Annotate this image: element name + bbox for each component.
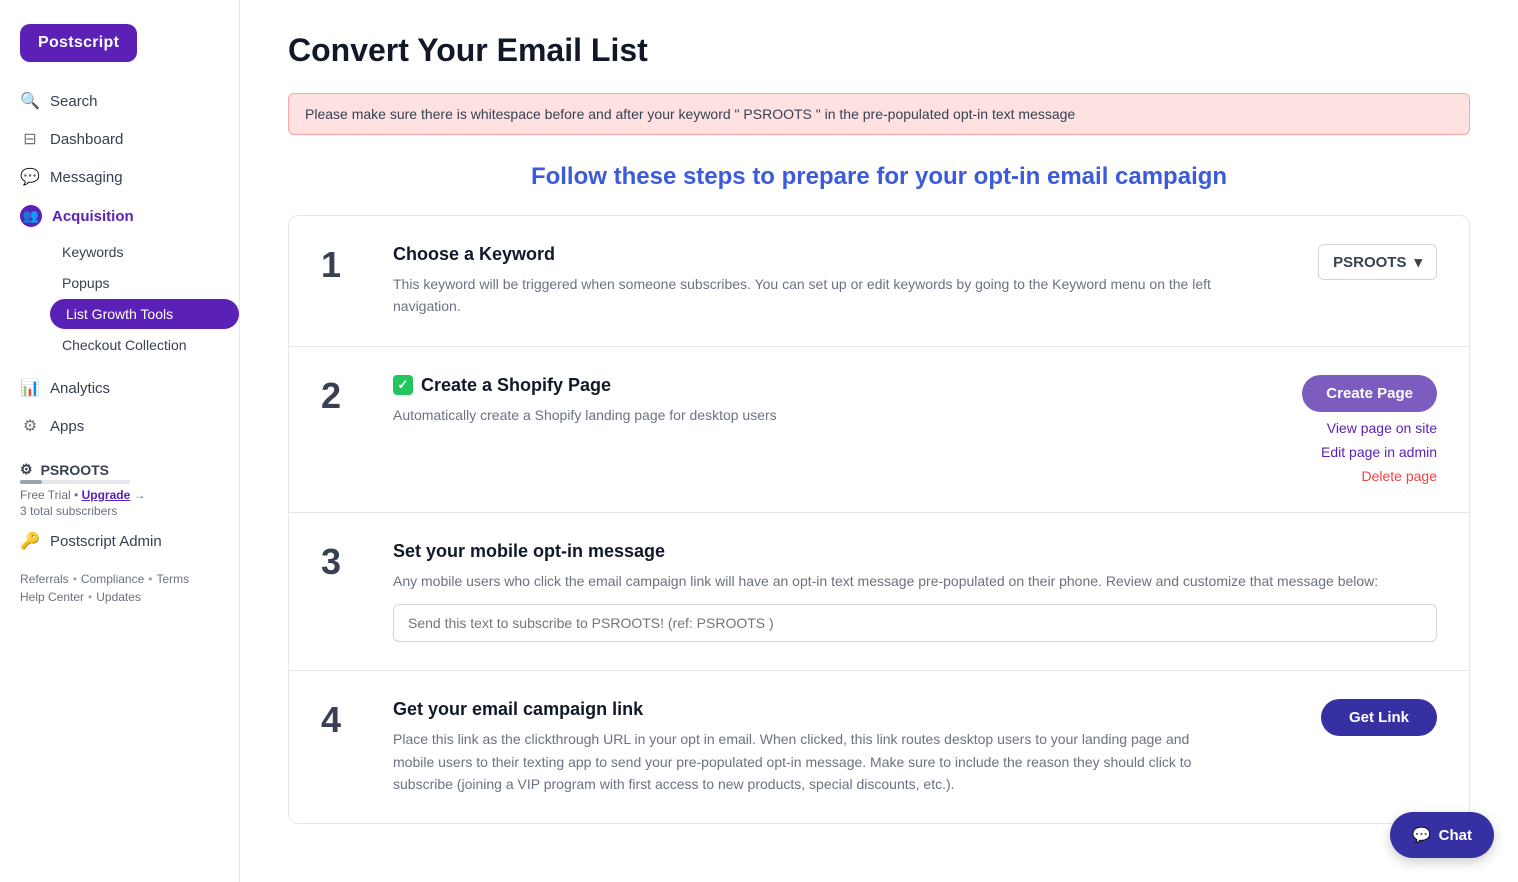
chat-bubble-label: Chat [1439, 827, 1472, 844]
step-4-action: Get Link [1257, 699, 1437, 736]
step-4-number: 4 [321, 699, 361, 741]
step-2-row: 2 ✓ Create a Shopify Page Automatically … [289, 347, 1469, 513]
step-3-row: 3 Set your mobile opt-in message Any mob… [289, 513, 1469, 671]
sidebar-item-analytics-label: Analytics [50, 380, 110, 397]
step-2-check-icon: ✓ [393, 375, 413, 395]
step-3-desc: Any mobile users who click the email cam… [393, 570, 1437, 592]
step-4-row: 4 Get your email campaign link Place thi… [289, 671, 1469, 823]
acquisition-icon: 👥 [20, 205, 42, 227]
steps-heading: Follow these steps to prepare for your o… [288, 163, 1470, 191]
analytics-icon: 📊 [20, 378, 40, 398]
footer-terms[interactable]: Terms [156, 572, 189, 586]
chat-bubble-icon: 💬 [1412, 826, 1431, 844]
step-1-desc: This keyword will be triggered when some… [393, 273, 1225, 318]
keyword-dropdown[interactable]: PSROOTS ▾ [1318, 244, 1437, 280]
trial-row: Free Trial • Upgrade → [20, 488, 219, 502]
sidebar-item-apps[interactable]: ⚙ Apps [0, 407, 239, 445]
store-name-label: PSROOTS [41, 462, 109, 478]
sidebar-item-admin[interactable]: 🔑 Postscript Admin [0, 522, 239, 560]
footer-compliance[interactable]: Compliance [81, 572, 144, 586]
step-2-title: ✓ Create a Shopify Page [393, 375, 1225, 396]
footer-links: Referrals • Compliance • Terms Help Cent… [0, 560, 239, 608]
step-2-content: ✓ Create a Shopify Page Automatically cr… [393, 375, 1225, 426]
sidebar-item-search-label: Search [50, 93, 98, 110]
step-4-desc: Place this link as the clickthrough URL … [393, 728, 1225, 795]
step-1-content: Choose a Keyword This keyword will be tr… [393, 244, 1225, 318]
sidebar-item-dashboard[interactable]: ⊟ Dashboard [0, 120, 239, 158]
sidebar-item-dashboard-label: Dashboard [50, 131, 123, 148]
dot: • [74, 488, 82, 502]
edit-page-link[interactable]: Edit page in admin [1321, 444, 1437, 460]
dashboard-icon: ⊟ [20, 129, 40, 149]
view-page-link[interactable]: View page on site [1327, 420, 1437, 436]
page-title: Convert Your Email List [288, 32, 1470, 69]
sidebar-item-search[interactable]: 🔍 Search [0, 82, 239, 120]
subscribers-count: 3 total subscribers [20, 504, 219, 518]
store-name-row: ⚙ PSROOTS [20, 461, 219, 478]
alert-banner: Please make sure there is whitespace bef… [288, 93, 1470, 135]
logo-button[interactable]: Postscript [20, 24, 137, 62]
step-3-number: 3 [321, 541, 361, 583]
step-1-action: PSROOTS ▾ [1257, 244, 1437, 280]
footer-updates[interactable]: Updates [96, 590, 141, 604]
store-section: ⚙ PSROOTS Free Trial • Upgrade → 3 total… [0, 449, 239, 522]
trial-progress-bar [20, 480, 130, 484]
sidebar-item-acquisition[interactable]: 👥 Acquisition [0, 196, 239, 236]
step-3-content: Set your mobile opt-in message Any mobil… [393, 541, 1437, 642]
messaging-icon: 💬 [20, 167, 40, 187]
step-2-desc: Automatically create a Shopify landing p… [393, 404, 1225, 426]
step-4-title: Get your email campaign link [393, 699, 1225, 720]
get-link-button[interactable]: Get Link [1321, 699, 1437, 736]
opt-in-message-input[interactable] [393, 604, 1437, 642]
step-1-row: 1 Choose a Keyword This keyword will be … [289, 216, 1469, 347]
sidebar-item-messaging-label: Messaging [50, 169, 123, 186]
create-page-button[interactable]: Create Page [1302, 375, 1437, 412]
chat-bubble[interactable]: 💬 Chat [1390, 812, 1494, 858]
acquisition-subnav: Keywords Popups List Growth Tools Checko… [0, 236, 239, 361]
sidebar-item-apps-label: Apps [50, 418, 84, 435]
steps-card: 1 Choose a Keyword This keyword will be … [288, 215, 1470, 824]
sidebar-item-analytics[interactable]: 📊 Analytics [0, 369, 239, 407]
trial-progress-fill [20, 480, 42, 484]
footer-help-center[interactable]: Help Center [20, 590, 84, 604]
sidebar-item-acquisition-label: Acquisition [52, 208, 134, 225]
upgrade-arrow: → [134, 488, 146, 502]
upgrade-link[interactable]: Upgrade [82, 488, 131, 502]
footer-referrals[interactable]: Referrals [20, 572, 69, 586]
search-icon: 🔍 [20, 91, 40, 111]
step-2-number: 2 [321, 375, 361, 417]
delete-page-link[interactable]: Delete page [1361, 468, 1437, 484]
settings-icon: ⚙ [20, 461, 33, 478]
main-content: Convert Your Email List Please make sure… [240, 0, 1518, 882]
sidebar-item-checkout-collection[interactable]: Checkout Collection [50, 330, 239, 360]
step-2-title-text: Create a Shopify Page [421, 375, 611, 396]
keyword-dropdown-label: PSROOTS [1333, 254, 1406, 271]
apps-icon: ⚙ [20, 416, 40, 436]
key-icon: 🔑 [20, 531, 40, 551]
step-1-number: 1 [321, 244, 361, 286]
sidebar: Postscript 🔍 Search ⊟ Dashboard 💬 Messag… [0, 0, 240, 882]
sidebar-item-list-growth-tools[interactable]: List Growth Tools [50, 299, 239, 329]
trial-label: Free Trial [20, 488, 71, 502]
admin-label: Postscript Admin [50, 533, 162, 550]
keyword-dropdown-arrow: ▾ [1414, 253, 1422, 271]
sidebar-item-keywords[interactable]: Keywords [50, 237, 239, 267]
logo-area: Postscript [0, 16, 239, 82]
step-3-title: Set your mobile opt-in message [393, 541, 1437, 562]
step-1-title: Choose a Keyword [393, 244, 1225, 265]
sidebar-item-popups[interactable]: Popups [50, 268, 239, 298]
step-2-action: Create Page View page on site Edit page … [1257, 375, 1437, 484]
sidebar-item-messaging[interactable]: 💬 Messaging [0, 158, 239, 196]
step-4-content: Get your email campaign link Place this … [393, 699, 1225, 795]
